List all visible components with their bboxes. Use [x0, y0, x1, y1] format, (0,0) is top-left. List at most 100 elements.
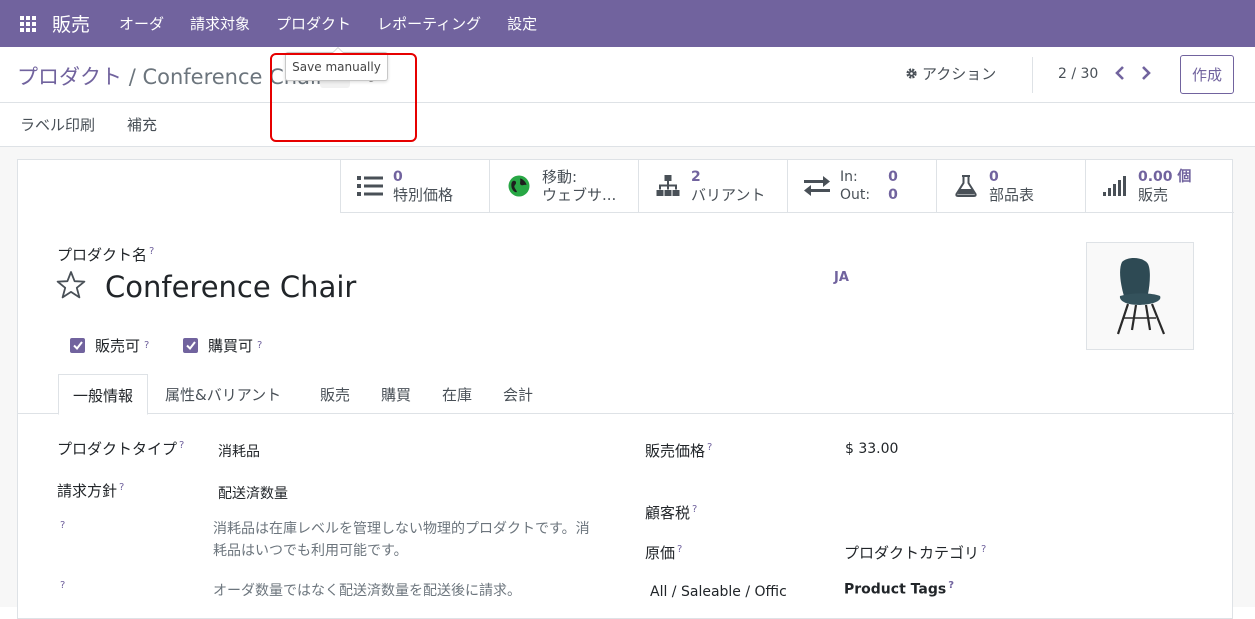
pager-value[interactable]: 2 / 30 — [1058, 66, 1098, 82]
customer-taxes-label: 顧客税? — [645, 502, 697, 523]
sale-ok-checkbox[interactable] — [70, 338, 85, 353]
pricelist-rules-button[interactable]: 0 特別価格 — [340, 160, 489, 213]
tab-accounting[interactable]: 会計 — [503, 384, 533, 405]
form-sheet: 0 特別価格 移動: ウェブサ... 2 バリアント In: 0 Out: 0 … — [17, 159, 1234, 619]
tab-purchase[interactable]: 購買 — [381, 384, 411, 405]
tab-sales[interactable]: 販売 — [320, 384, 350, 405]
pager-previous-button[interactable] — [1113, 64, 1127, 82]
purchase-ok-checkbox-group: 購買可? — [183, 335, 262, 356]
product-tags-label: Product Tags? — [844, 580, 954, 598]
invoice-policy-label-text: 請求方針 — [57, 482, 118, 500]
apps-menu-icon[interactable] — [20, 15, 36, 32]
help-tooltip-icon[interactable]: ? — [692, 504, 697, 515]
product-name-label: プロダクト名? — [57, 244, 154, 265]
check-icon — [72, 341, 83, 350]
chevron-left-icon — [1115, 66, 1124, 80]
help-tooltip-icon[interactable]: ? — [677, 544, 682, 555]
product-category-label: プロダクトカテゴリ? — [844, 542, 986, 563]
form-statusbar: ラベル印刷 補充 — [0, 103, 1255, 147]
pricelist-count: 0 — [393, 169, 403, 185]
product-tags-label-text: Product Tags — [844, 581, 947, 598]
exchange-icon — [804, 173, 830, 199]
out-label: Out: — [840, 187, 871, 203]
menu-products[interactable]: プロダクト — [276, 13, 351, 34]
breadcrumb-parent[interactable]: プロダクト — [17, 65, 122, 89]
customer-taxes-label-text: 顧客税 — [645, 504, 691, 522]
list-icon — [357, 173, 383, 199]
save-tooltip: Save manually — [285, 47, 388, 81]
create-button[interactable]: 作成 — [1180, 55, 1234, 94]
sales-price-label: 販売価格? — [645, 440, 712, 461]
variants-label: バリアント — [691, 186, 766, 204]
menu-configuration[interactable]: 設定 — [507, 13, 537, 34]
product-type-help-text: 消耗品は在庫レベルを管理しない物理的プロダクトです。消耗品はいつでも利用可能です… — [213, 521, 590, 559]
help-tooltip-icon[interactable]: ? — [257, 340, 262, 351]
print-labels-button[interactable]: ラベル印刷 — [12, 114, 103, 135]
website-publish-button[interactable]: 移動: ウェブサ... — [489, 160, 638, 213]
breadcrumb: プロダクト / Conference Chair — [17, 61, 324, 91]
cost-label-text: 原価 — [645, 544, 676, 562]
flask-icon — [953, 173, 979, 199]
cost-label: 原価? — [645, 542, 682, 563]
chair-image — [1116, 258, 1166, 335]
help-tooltip-icon[interactable]: ? — [60, 580, 65, 591]
pager-next-button[interactable] — [1139, 64, 1153, 82]
help-tooltip-icon[interactable]: ? — [149, 246, 154, 257]
sales-price-input[interactable]: $ 33.00 — [845, 441, 898, 457]
product-type-label: プロダクトタイプ? — [57, 438, 184, 459]
in-value: 0 — [888, 169, 898, 185]
tab-general-information[interactable]: 一般情報 — [58, 374, 149, 415]
tab-inventory[interactable]: 在庫 — [442, 384, 472, 405]
app-brand[interactable]: 販売 — [52, 10, 90, 37]
help-tooltip-icon[interactable]: ? — [60, 520, 65, 531]
menu-to-invoice[interactable]: 請求対象 — [190, 13, 250, 34]
product-name-input[interactable]: Conference Chair — [105, 270, 356, 304]
in-out-button[interactable]: In: 0 Out: 0 — [787, 160, 936, 213]
help-tooltip-icon[interactable]: ? — [981, 544, 986, 555]
signal-icon — [1102, 173, 1128, 199]
smart-buttons: 0 特別価格 移動: ウェブサ... 2 バリアント In: 0 Out: 0 … — [340, 160, 1234, 213]
sitemap-icon — [655, 173, 681, 199]
sold-qty: 0.00 個 — [1138, 169, 1192, 185]
action-menu-button[interactable]: アクション — [905, 63, 996, 84]
action-label: アクション — [922, 65, 997, 83]
in-label: In: — [840, 169, 858, 185]
help-tooltip-icon[interactable]: ? — [948, 580, 954, 591]
menu-orders[interactable]: オーダ — [119, 13, 164, 34]
bom-button[interactable]: 0 部品表 — [936, 160, 1085, 213]
language-button[interactable]: JA — [834, 270, 849, 285]
product-type-select[interactable]: 消耗品 — [218, 441, 260, 461]
top-navbar: 販売 オーダ 請求対象 プロダクト レポーティング 設定 — [0, 0, 1255, 47]
website-label: ウェブサ... — [542, 186, 617, 204]
variants-button[interactable]: 2 バリアント — [638, 160, 787, 213]
help-tooltip-icon[interactable]: ? — [119, 482, 124, 493]
help-tooltip-icon[interactable]: ? — [707, 442, 712, 453]
sold-label: 販売 — [1138, 186, 1169, 204]
invoice-policy-help-text: オーダ数量ではなく配送済数量を配送後に請求。 — [213, 583, 521, 599]
sold-button[interactable]: 0.00 個 販売 — [1085, 160, 1234, 213]
product-category-input[interactable]: All / Saleable / Offic — [650, 584, 810, 600]
check-icon — [185, 341, 196, 350]
invoice-policy-select[interactable]: 配送済数量 — [218, 483, 288, 503]
website-state: 移動: — [542, 168, 578, 186]
product-image[interactable] — [1086, 242, 1194, 350]
replenish-button[interactable]: 補充 — [119, 114, 165, 135]
pricelist-label: 特別価格 — [393, 186, 454, 204]
sales-price-label-text: 販売価格 — [645, 442, 706, 460]
purchase-ok-label: 購買可 — [208, 337, 254, 355]
invoice-policy-label: 請求方針? — [57, 480, 124, 501]
product-category-label-text: プロダクトカテゴリ — [844, 544, 980, 562]
purchase-ok-checkbox[interactable] — [183, 338, 198, 353]
product-name-label-text: プロダクト名 — [57, 246, 148, 264]
help-tooltip-icon[interactable]: ? — [179, 440, 184, 451]
help-tooltip-icon[interactable]: ? — [144, 340, 149, 351]
bom-count: 0 — [989, 169, 999, 185]
globe-icon — [506, 173, 532, 199]
favorite-star-icon[interactable] — [56, 270, 86, 300]
tab-attributes-variants[interactable]: 属性&バリアント — [165, 384, 281, 405]
product-type-label-text: プロダクトタイプ — [57, 440, 178, 458]
menu-reporting[interactable]: レポーティング — [377, 13, 481, 34]
control-panel: プロダクト / Conference Chair アクション 2 / 30 作成 — [0, 47, 1255, 103]
notebook-tabs: 一般情報 属性&バリアント 販売 購買 在庫 会計 — [18, 374, 1234, 415]
chevron-right-icon — [1142, 66, 1151, 80]
